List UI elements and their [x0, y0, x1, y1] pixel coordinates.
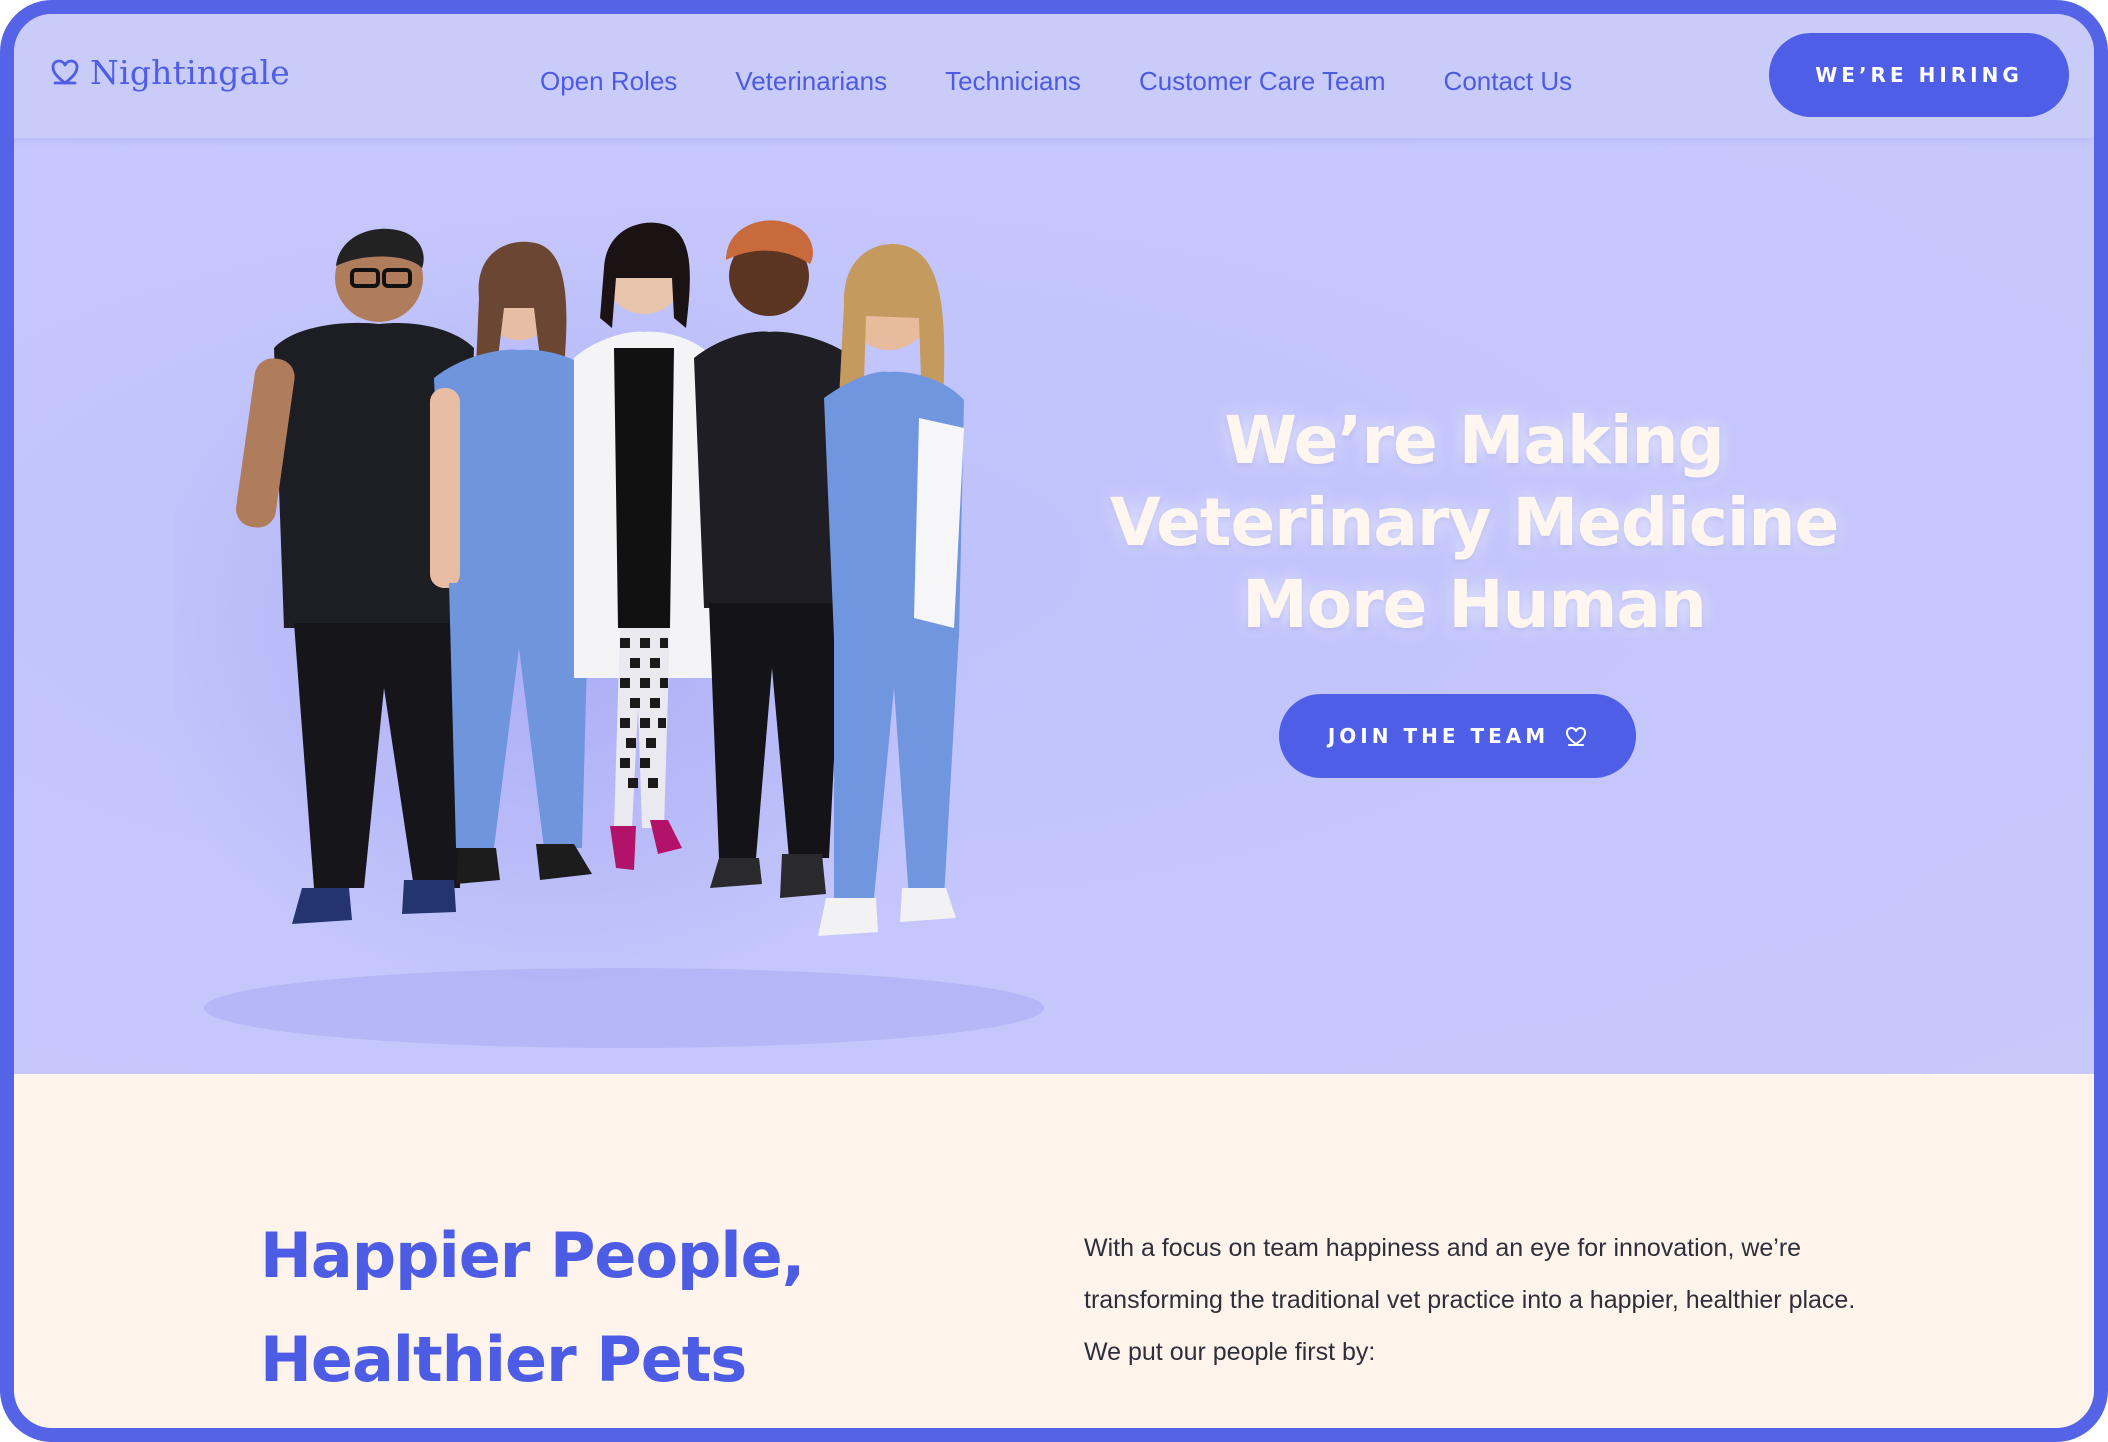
nav-link-customer-care-team[interactable]: Customer Care Team	[1139, 66, 1386, 102]
intro-title: Happier People, Healthier Pets	[260, 1204, 960, 1412]
hero-headline-line-1: We’re Making	[1224, 402, 1725, 479]
nav-link-technicians[interactable]: Technicians	[945, 66, 1081, 102]
intro-title-line-1: Happier People,	[260, 1219, 805, 1292]
logo-text: Nightingale	[90, 52, 290, 92]
heart-outline-icon	[51, 59, 79, 85]
hero-section: We’re Making Veterinary Medicine More Hu…	[14, 138, 2094, 1074]
team-photo	[174, 220, 1044, 1048]
browser-frame: Nightingale Open Roles Veterinarians Tec…	[0, 0, 2108, 1442]
intro-body: With a focus on team happiness and an ey…	[1084, 1234, 1856, 1366]
heart-outline-icon	[1566, 727, 1587, 746]
logo[interactable]: Nightingale	[50, 52, 290, 92]
nav-links: Open Roles Veterinarians Technicians Cus…	[540, 66, 1630, 102]
top-navigation: Nightingale Open Roles Veterinarians Tec…	[14, 14, 2094, 138]
nav-link-contact-us[interactable]: Contact Us	[1444, 66, 1573, 102]
hero-headline-line-3: More Human	[1242, 566, 1707, 643]
nav-link-open-roles[interactable]: Open Roles	[540, 66, 677, 102]
were-hiring-button[interactable]: WE’RE HIRING	[1769, 33, 2069, 117]
nav-link-veterinarians[interactable]: Veterinarians	[735, 66, 887, 102]
hero-headline: We’re Making Veterinary Medicine More Hu…	[1074, 400, 1874, 646]
intro-title-line-2: Healthier Pets	[260, 1323, 747, 1396]
hero-headline-line-2: Veterinary Medicine	[1109, 484, 1840, 561]
intro-section: Happier People, Healthier Pets With a fo…	[14, 1074, 2094, 1428]
join-the-team-label: JOIN THE TEAM	[1327, 724, 1550, 748]
join-the-team-button[interactable]: JOIN THE TEAM	[1279, 694, 1636, 778]
